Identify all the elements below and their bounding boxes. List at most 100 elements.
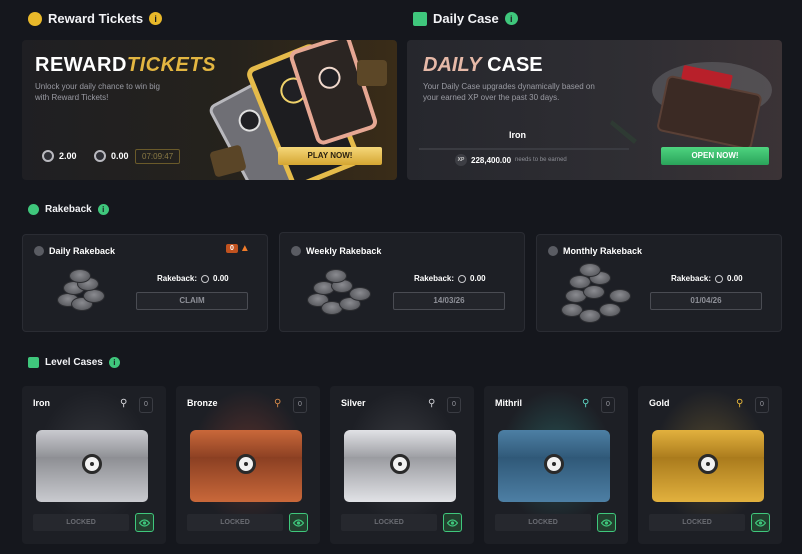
- daily-title-a: DAILY: [423, 54, 482, 76]
- level-case-chest: [652, 430, 764, 502]
- daily-desc-line2: your earned XP over the past 30 days.: [423, 93, 560, 102]
- eye-icon[interactable]: [289, 513, 308, 532]
- ticket-icon: [28, 11, 42, 26]
- weekly-rakeback-title: Weekly Rakeback: [306, 246, 382, 256]
- reward-desc-line2: with Reward Tickets!: [35, 93, 109, 102]
- rakeback-value: 0.00: [470, 274, 486, 283]
- eye-icon[interactable]: [751, 513, 770, 532]
- monthly-rakeback-title-row: Monthly Rakeback: [548, 246, 642, 256]
- level-case-name: Iron: [33, 398, 50, 408]
- reward-stat-1: 2.00: [42, 150, 77, 162]
- key-icon: ⚲: [736, 398, 744, 409]
- rakeback-heading: Rakeback i: [28, 204, 109, 215]
- reward-tickets-banner: REWARDTICKETS Unlock your daily chance t…: [22, 40, 397, 180]
- reward-desc-line1: Unlock your daily chance to win big: [35, 82, 160, 91]
- eye-icon[interactable]: [443, 513, 462, 532]
- level-case-name: Bronze: [187, 398, 218, 408]
- monthly-rakeback-title: Monthly Rakeback: [563, 246, 643, 256]
- level-cases-heading: Level Cases i: [28, 357, 120, 368]
- level-case-name: Silver: [341, 398, 366, 408]
- rakeback-label: Rakeback:: [157, 274, 198, 283]
- weekly-rakeback-title-row: Weekly Rakeback: [291, 246, 381, 256]
- locked-button[interactable]: LOCKED: [649, 514, 745, 531]
- daily-rakeback-title-row: Daily Rakeback: [34, 246, 115, 256]
- daily-tier-label: Iron: [509, 130, 526, 140]
- coin-stack-icon: [548, 246, 558, 256]
- daily-title-b: CASE: [487, 54, 543, 76]
- daily-rakeback-title: Daily Rakeback: [49, 246, 116, 256]
- flame-icon: ▲: [239, 243, 250, 254]
- level-case-card-mithril[interactable]: Mithril ⚲ 0 LOCKED: [484, 386, 628, 544]
- key-count: 0: [447, 397, 461, 413]
- key-count: 0: [293, 397, 307, 413]
- rakeback-label: Rakeback:: [414, 274, 455, 283]
- level-case-chest: [344, 430, 456, 502]
- weekly-rakeback-card: Weekly Rakeback Rakeback: 0.00 14/03/26: [279, 232, 525, 332]
- coin-icon: [94, 150, 106, 162]
- xp-icon: XP: [455, 154, 467, 166]
- reward-stat-1-value: 2.00: [59, 151, 77, 161]
- present-icon: [28, 357, 39, 368]
- level-case-name: Gold: [649, 398, 670, 408]
- streak-count: 0: [226, 244, 238, 253]
- info-icon[interactable]: i: [97, 204, 109, 215]
- key-icon: ⚲: [428, 398, 436, 409]
- coin-stack-icon: [291, 246, 301, 256]
- daily-case-heading: Daily Case i: [413, 11, 518, 26]
- gift-box-icon: [413, 11, 427, 26]
- coin-icon: [42, 150, 54, 162]
- info-icon[interactable]: i: [504, 12, 518, 25]
- coin-stack-illustration: [53, 265, 113, 315]
- xp-value: 228,400.00: [471, 155, 512, 165]
- weekly-date-button[interactable]: 14/03/26: [393, 292, 505, 310]
- monthly-rakeback-amount: Rakeback: 0.00: [671, 274, 743, 283]
- daily-rakeback-card: Daily Rakeback 0 ▲ Rakeback: 0.00 CLAIM: [22, 234, 268, 332]
- level-case-card-iron[interactable]: Iron ⚲ 0 LOCKED: [22, 386, 166, 544]
- claim-button[interactable]: CLAIM: [136, 292, 248, 310]
- coin-icon: [715, 274, 724, 283]
- locked-button[interactable]: LOCKED: [187, 514, 283, 531]
- streak-badge: 0 ▲: [226, 243, 250, 254]
- coin-icon: [458, 274, 467, 283]
- reward-tickets-heading: Reward Tickets i: [28, 11, 163, 26]
- level-case-card-silver[interactable]: Silver ⚲ 0 LOCKED: [330, 386, 474, 544]
- level-cases-title: Level Cases: [45, 357, 103, 368]
- rakeback-value: 0.00: [727, 274, 743, 283]
- daily-desc-line1: Your Daily Case upgrades dynamically bas…: [423, 82, 595, 91]
- daily-banner-desc: Your Daily Case upgrades dynamically bas…: [423, 81, 613, 103]
- weekly-rakeback-amount: Rakeback: 0.00: [414, 274, 486, 283]
- key-count: 0: [755, 397, 769, 413]
- daily-banner-title: DAILY CASE: [423, 54, 543, 77]
- key-count: 0: [601, 397, 615, 413]
- key-icon: ⚲: [274, 398, 282, 409]
- locked-button[interactable]: LOCKED: [341, 514, 437, 531]
- eye-icon[interactable]: [135, 513, 154, 532]
- reward-title-a: REWARD: [35, 54, 127, 76]
- coin-stack-illustration: [305, 267, 375, 317]
- info-icon[interactable]: i: [149, 12, 163, 25]
- open-now-button[interactable]: OPEN NOW!: [661, 147, 769, 165]
- daily-case-title: Daily Case: [433, 11, 499, 26]
- reward-stat-2-value: 0.00: [111, 151, 129, 161]
- play-now-button[interactable]: PLAY NOW!: [278, 147, 382, 165]
- level-case-chest: [190, 430, 302, 502]
- rakeback-label: Rakeback:: [671, 274, 712, 283]
- level-case-card-gold[interactable]: Gold ⚲ 0 LOCKED: [638, 386, 782, 544]
- level-case-card-bronze[interactable]: Bronze ⚲ 0 LOCKED: [176, 386, 320, 544]
- reward-stat-2: 0.00: [94, 150, 129, 162]
- rakeback-title: Rakeback: [45, 204, 92, 215]
- locked-button[interactable]: LOCKED: [495, 514, 591, 531]
- locked-button[interactable]: LOCKED: [33, 514, 129, 531]
- key-icon: ⚲: [120, 398, 128, 409]
- xp-requirement: XP 228,400.00 needs to be earned: [455, 154, 567, 166]
- rakeback-value: 0.00: [213, 274, 229, 283]
- info-icon[interactable]: i: [108, 357, 120, 368]
- eye-icon[interactable]: [597, 513, 616, 532]
- monthly-date-button[interactable]: 01/04/26: [650, 292, 762, 310]
- daily-case-banner: DAILY CASE Your Daily Case upgrades dyna…: [407, 40, 782, 180]
- key-icon: ⚲: [582, 398, 590, 409]
- level-case-name: Mithril: [495, 398, 522, 408]
- level-case-chest: [36, 430, 148, 502]
- reward-banner-desc: Unlock your daily chance to win big with…: [35, 81, 215, 103]
- reward-title-b: TICKETS: [126, 54, 216, 76]
